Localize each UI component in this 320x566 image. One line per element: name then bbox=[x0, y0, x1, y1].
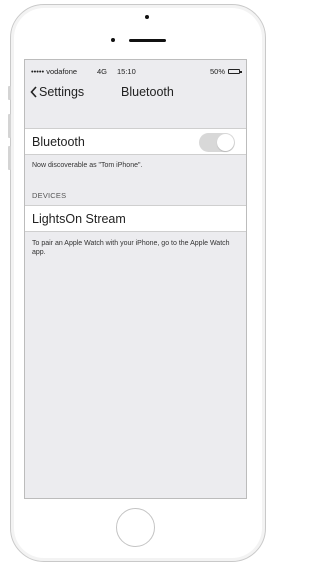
discoverable-note: Now discoverable as "Tom iPhone". bbox=[32, 162, 143, 169]
mute-switch bbox=[8, 86, 11, 100]
bluetooth-toggle-row: Bluetooth bbox=[25, 128, 246, 155]
navigation-bar: Settings Bluetooth bbox=[25, 82, 246, 102]
status-bar: ••••• vodafone 4G 15:10 50% bbox=[25, 60, 246, 82]
carrier-label: ••••• vodafone bbox=[31, 66, 78, 76]
device-row[interactable]: LightsOn Stream bbox=[25, 205, 246, 232]
volume-down-button bbox=[8, 146, 11, 170]
bluetooth-toggle[interactable] bbox=[199, 133, 235, 152]
bluetooth-label: Bluetooth bbox=[32, 134, 85, 149]
back-button[interactable]: Settings bbox=[25, 85, 84, 99]
battery-percent-label: 50% bbox=[209, 66, 225, 76]
chevron-left-icon bbox=[30, 86, 37, 98]
volume-up-button bbox=[8, 114, 11, 138]
network-label: 4G bbox=[97, 66, 108, 76]
devices-section-header: DEVICES bbox=[32, 191, 67, 200]
toggle-knob bbox=[217, 134, 234, 151]
battery-indicator: 50% bbox=[209, 66, 242, 76]
page-title: Bluetooth bbox=[121, 85, 174, 99]
proximity-sensor bbox=[111, 38, 115, 42]
screen: ••••• vodafone 4G 15:10 50% Settings Blu… bbox=[24, 59, 247, 499]
apple-watch-pair-note: To pair an Apple Watch with your iPhone,… bbox=[32, 240, 230, 256]
back-button-label: Settings bbox=[39, 85, 85, 99]
front-camera bbox=[145, 15, 149, 19]
earpiece-speaker bbox=[129, 39, 166, 42]
clock-label: 15:10 bbox=[117, 66, 136, 76]
battery-icon bbox=[228, 68, 242, 74]
device-name: LightsOn Stream bbox=[32, 211, 126, 226]
home-button[interactable] bbox=[116, 508, 155, 547]
